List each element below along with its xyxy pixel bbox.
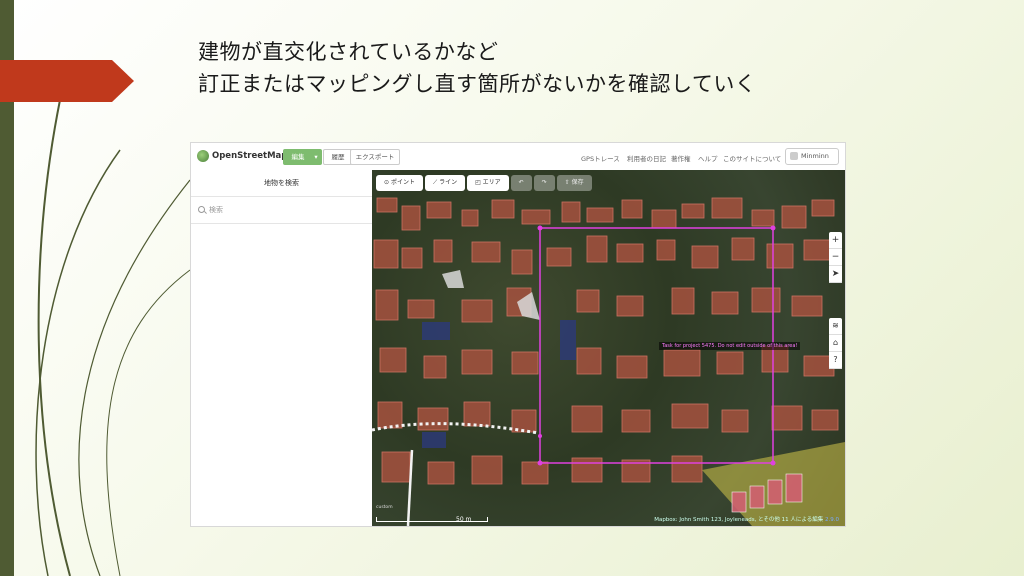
osm-logo-icon[interactable] [197,150,209,162]
layers-icon[interactable]: ≋ [829,318,842,335]
task-boundary-label: Task for project 5475. Do not edit outsi… [659,342,801,350]
nav-copyright[interactable]: 著作権 [671,153,691,163]
point-icon: ⊙ [384,179,391,186]
geolocate-icon[interactable]: ➤ [829,266,842,283]
attribution-footer: Mapbox: John Smith 123, Joyleneads, とその他… [654,515,839,523]
avatar [790,152,798,160]
satellite-map[interactable]: ⊙ ポイント ⟋ ライン ◰ エリア ↶ ↷ ⇧ 保存 + − ➤ ≋ ⌂ ? … [372,170,845,526]
help-icon[interactable]: ? [829,352,842,369]
osm-screenshot: OpenStreetMap 編集 ▾ 履歴 エクスポート GPSトレース 利用者… [190,142,846,527]
add-line-button[interactable]: ⟋ ライン [424,175,466,191]
upload-icon: ⇧ [564,179,572,186]
red-arrow-marker [0,60,134,102]
attribution-text: Mapbox: John Smith 123, Joyleneads, とその他… [654,517,824,523]
slide-title-line-1: 建物が直交化されているかなど [198,40,499,64]
nav-about[interactable]: このサイトについて [723,153,781,163]
sidebar: 地物を検索 検索 [191,170,373,526]
slide-title: 建物が直交化されているかなど 訂正またはマッピングし直す箇所がないかを確認してい… [198,36,958,100]
area-icon: ◰ [475,179,483,186]
map-controls: + − ➤ [829,232,842,283]
zoom-out-button[interactable]: − [829,249,842,266]
username: Minminn [801,152,829,160]
search-input[interactable]: 検索 [191,197,372,224]
version-label[interactable]: 2.9.0 [825,517,839,523]
osm-brand[interactable]: OpenStreetMap [212,151,287,161]
sidebar-title: 地物を検索 [191,170,372,197]
zoom-in-button[interactable]: + [829,232,842,249]
search-icon [198,206,205,213]
editor-toolbar: ⊙ ポイント ⟋ ライン ◰ エリア ↶ ↷ ⇧ 保存 [376,175,592,191]
slide-title-line-2: 訂正またはマッピングし直す箇所がないかを確認していく [198,72,757,96]
save-button[interactable]: ⇧ 保存 [556,175,592,191]
imagery-label: custom [376,505,393,510]
scale-label: 50 m [456,516,472,523]
nav-gps-traces[interactable]: GPSトレース [581,153,620,163]
user-menu[interactable]: Minminn [785,148,839,165]
edit-button[interactable]: 編集 [283,149,313,165]
search-placeholder: 検索 [209,206,223,214]
export-button[interactable]: エクスポート [350,149,400,165]
nav-help[interactable]: ヘルプ [698,153,718,163]
edit-dropdown-button[interactable]: ▾ [310,149,322,165]
add-point-button[interactable]: ⊙ ポイント [376,175,423,191]
nav-user-diaries[interactable]: 利用者の日記 [627,153,666,163]
history-button[interactable]: 履歴 [323,149,353,165]
add-area-button[interactable]: ◰ エリア [467,175,509,191]
map-panels: ≋ ⌂ ? [829,318,842,369]
redo-button[interactable]: ↷ [533,175,555,191]
map-data-icon[interactable]: ⌂ [829,335,842,352]
osm-header: OpenStreetMap 編集 ▾ 履歴 エクスポート GPSトレース 利用者… [191,143,845,171]
undo-button[interactable]: ↶ [510,175,532,191]
